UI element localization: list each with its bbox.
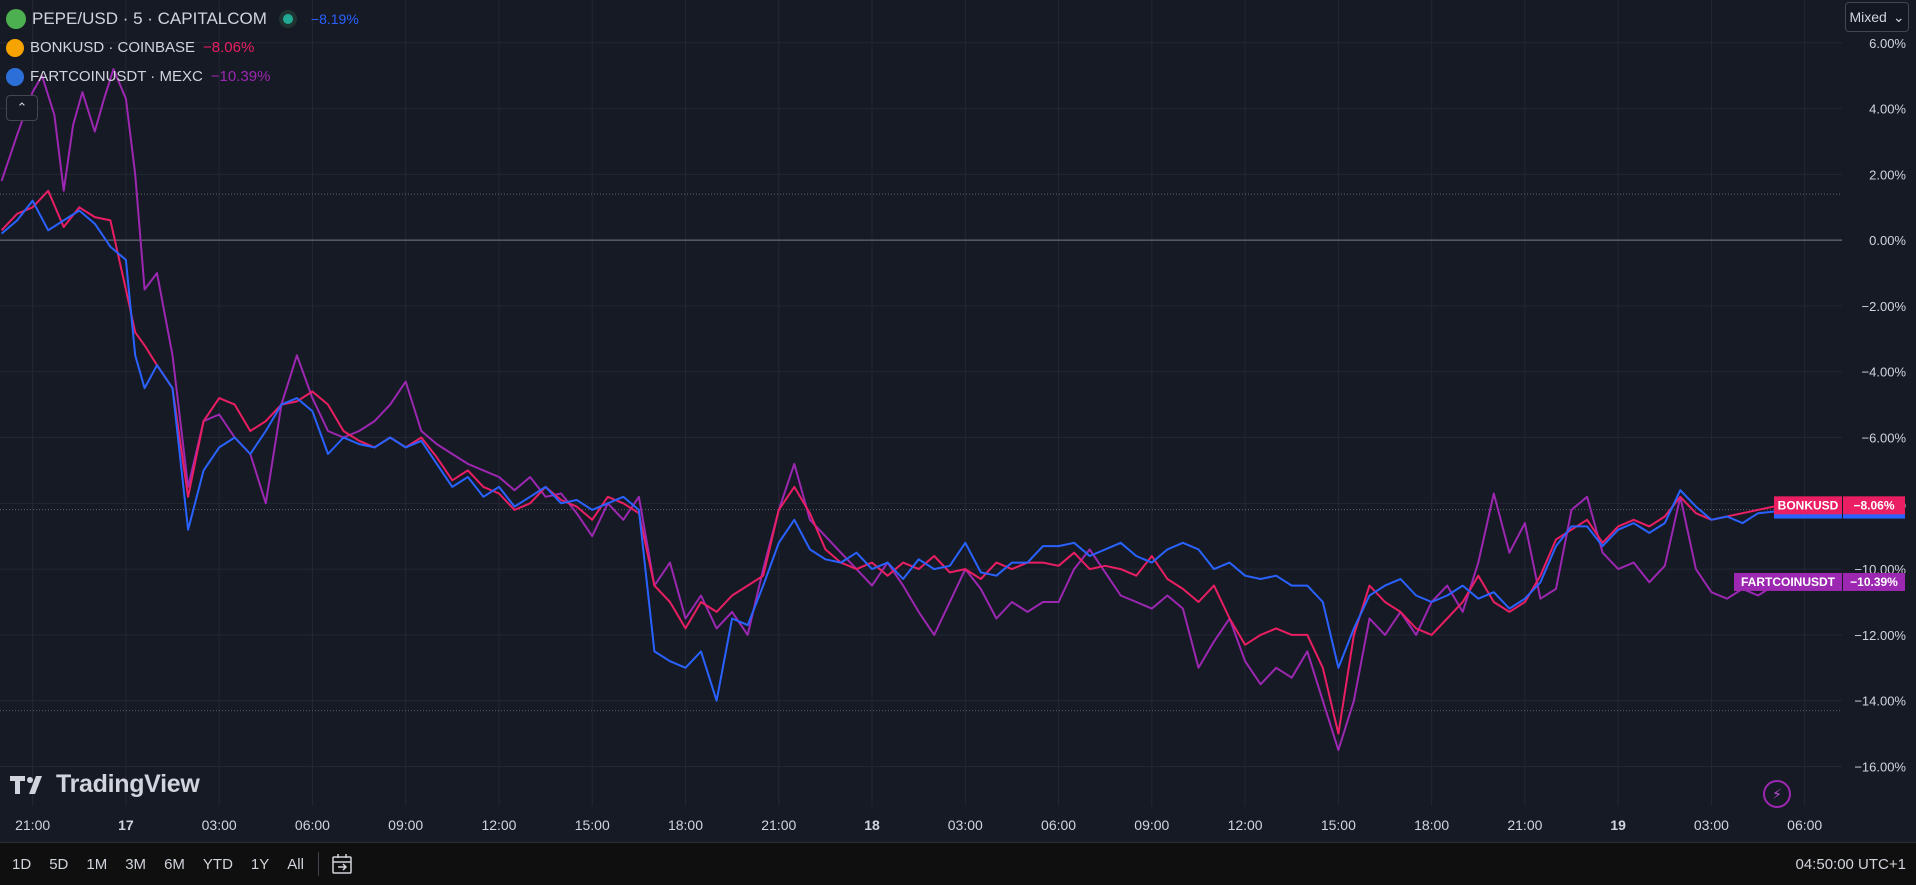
range-1y-button[interactable]: 1Y (241, 843, 277, 885)
y-tick-label: 6.00% (1869, 36, 1906, 51)
legend-row-bonk[interactable]: BONKUSD · COINBASE −8.06% (6, 33, 359, 62)
x-tick-label: 12:00 (481, 817, 516, 833)
x-tick-label: 03:00 (1694, 817, 1729, 833)
y-tick-label: −14.00% (1854, 694, 1906, 709)
go-to-date-button[interactable] (329, 851, 355, 877)
legend-change: −10.39% (210, 68, 271, 85)
x-axis[interactable]: 21:00 17 03:00 06:00 09:00 12:00 15:00 18:00 21:… (15, 817, 1822, 833)
x-tick-label: 12:00 (1228, 817, 1263, 833)
timezone-clock[interactable]: 04:50:00 UTC+1 (1796, 843, 1907, 885)
legend-title: FARTCOINUSDT · MEXC (30, 68, 203, 85)
scale-mode-dropdown[interactable]: Mixed ⌄ (1845, 2, 1909, 32)
end-label-value: −8.06% (1853, 498, 1894, 512)
x-tick-label: 21:00 (1507, 817, 1542, 833)
x-tick-label: 18 (864, 817, 880, 833)
y-tick-label: 2.00% (1869, 167, 1906, 182)
x-tick-label: 06:00 (1041, 817, 1076, 833)
end-label-fartcoinusdt: FARTCOINUSDT −10.39% (1734, 572, 1905, 591)
x-tick-label: 21:00 (15, 817, 50, 833)
x-tick-label: 21:00 (761, 817, 796, 833)
chart-legend: PEPE/USD · 5 · CAPITALCOM −8.19% BONKUSD… (6, 4, 359, 121)
end-label-bonkusd: BONKUSD −8.06% (1774, 496, 1905, 515)
legend-title: BONKUSD · COINBASE (30, 39, 196, 56)
x-tick-label: 03:00 (948, 817, 983, 833)
tradingview-logo-icon (10, 775, 42, 794)
y-tick-label: −4.00% (1862, 365, 1907, 380)
y-tick-label: −6.00% (1862, 431, 1907, 446)
end-label-name: BONKUSD (1778, 498, 1839, 512)
x-tick-label: 09:00 (1134, 817, 1169, 833)
x-tick-label: 09:00 (388, 817, 423, 833)
watermark-text: TradingView (56, 770, 200, 798)
bonk-coin-icon (6, 38, 24, 57)
calendar-icon (332, 854, 352, 874)
y-tick-label: −2.00% (1862, 299, 1907, 314)
chevron-up-icon: ⌃ (16, 100, 28, 115)
series-line-pepeusd (0, 199, 1787, 702)
market-status-icon[interactable] (282, 13, 293, 24)
series-line-fartcoinusdt (0, 68, 1787, 752)
end-label-value: −10.39% (1850, 575, 1898, 589)
x-tick-label: 15:00 (1321, 817, 1356, 833)
range-ytd-button[interactable]: YTD (193, 843, 241, 885)
toolbar-divider (317, 852, 319, 876)
x-tick-label: 19 (1610, 817, 1626, 833)
legend-title: PEPE/USD · 5 · CAPITALCOM (32, 8, 267, 28)
range-1m-button[interactable]: 1M (76, 843, 115, 885)
y-tick-label: 4.00% (1869, 102, 1906, 117)
legend-change: −8.06% (203, 39, 255, 56)
range-6m-button[interactable]: 6M (154, 843, 193, 885)
range-5d-button[interactable]: 5D (39, 843, 76, 885)
end-label-name: FARTCOINUSDT (1741, 575, 1836, 589)
y-tick-label: 0.00% (1869, 233, 1906, 248)
x-tick-label: 06:00 (1787, 817, 1822, 833)
series-lines (0, 68, 1787, 752)
x-tick-label: 18:00 (668, 817, 703, 833)
range-3m-button[interactable]: 3M (115, 843, 154, 885)
x-tick-label: 03:00 (202, 817, 237, 833)
chevron-down-icon: ⌄ (1892, 8, 1905, 25)
legend-row-fartcoin[interactable]: FARTCOINUSDT · MEXC −10.39% (6, 62, 359, 91)
collapse-legend-button[interactable]: ⌃ (6, 95, 38, 121)
x-tick-label: 06:00 (295, 817, 330, 833)
x-tick-label: 15:00 (575, 817, 610, 833)
x-tick-label: 18:00 (1414, 817, 1449, 833)
pepe-coin-icon (6, 8, 26, 29)
x-tick-label: 17 (118, 817, 134, 833)
range-1d-button[interactable]: 1D (0, 843, 39, 885)
y-tick-label: −12.00% (1854, 628, 1906, 643)
legend-row-pepe[interactable]: PEPE/USD · 5 · CAPITALCOM −8.19% (6, 4, 359, 33)
reference-lines (0, 193, 1842, 712)
bottom-toolbar: 1D 5D 1M 3M 6M YTD 1Y All 04:50:00 UTC+1 (0, 842, 1916, 885)
fartcoin-icon (6, 67, 24, 86)
scale-mode-label: Mixed (1849, 9, 1887, 25)
y-tick-label: −16.00% (1854, 760, 1906, 775)
y-axis[interactable]: 6.00% 4.00% 2.00% 0.00% −2.00% −4.00% −6.00% −8… (1854, 36, 1906, 775)
series-line-bonkusd (0, 189, 1787, 735)
range-all-button[interactable]: All (277, 843, 312, 885)
lightning-icon[interactable]: ⚡ (1763, 780, 1791, 808)
tradingview-watermark[interactable]: TradingView (10, 770, 200, 799)
legend-change: −8.19% (310, 10, 359, 27)
price-chart[interactable]: 6.00% 4.00% 2.00% 0.00% −2.00% −4.00% −6.00% −8… (0, 0, 1916, 842)
